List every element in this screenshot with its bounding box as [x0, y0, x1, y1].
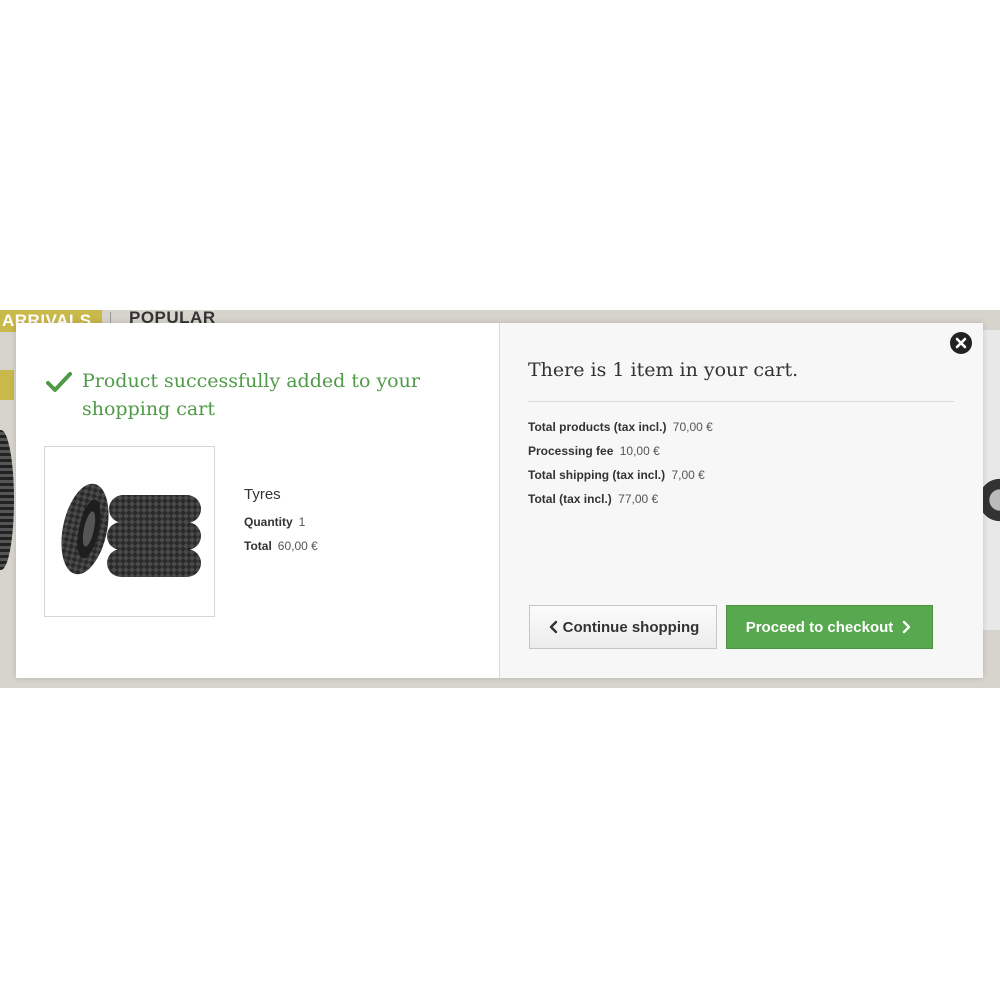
summary-total: Total (tax incl.) 77,00 € — [528, 492, 658, 506]
background-product-image — [982, 470, 1000, 530]
proceed-to-checkout-button[interactable]: Proceed to checkout — [726, 605, 933, 649]
quantity-label: Quantity — [244, 515, 293, 529]
success-message: Product successfully added to your shopp… — [82, 370, 420, 420]
product-name: Tyres — [244, 486, 281, 503]
product-total: Total 60,00 € — [244, 539, 318, 553]
cart-summary-panel: There is 1 item in your cart. Total prod… — [500, 323, 983, 678]
summary-value: 70,00 € — [672, 420, 713, 434]
product-quantity: Quantity 1 — [244, 515, 305, 529]
summary-value: 7,00 € — [671, 468, 705, 482]
success-heading: Product successfully added to your shopp… — [46, 367, 446, 423]
summary-label: Processing fee — [528, 444, 614, 458]
product-image — [44, 446, 215, 617]
summary-processing-fee: Processing fee 10,00 € — [528, 444, 660, 458]
total-value: 60,00 € — [277, 539, 318, 553]
continue-shopping-label: Continue shopping — [562, 618, 700, 636]
summary-label: Total (tax incl.) — [528, 492, 612, 506]
summary-label: Total shipping (tax incl.) — [528, 468, 666, 482]
chevron-left-icon — [549, 620, 557, 634]
cart-modal: Product successfully added to your shopp… — [16, 323, 983, 678]
summary-total-shipping: Total shipping (tax incl.) 7,00 € — [528, 468, 705, 482]
quantity-value: 1 — [298, 515, 306, 529]
check-icon — [46, 372, 72, 392]
summary-label: Total products (tax incl.) — [528, 420, 667, 434]
summary-value: 77,00 € — [618, 492, 659, 506]
continue-shopping-button[interactable]: Continue shopping — [529, 605, 717, 649]
background-banner-edge — [0, 370, 14, 400]
divider — [528, 401, 954, 402]
chevron-right-icon — [903, 620, 911, 634]
cart-heading: There is 1 item in your cart. — [528, 359, 799, 381]
summary-value: 10,00 € — [619, 444, 660, 458]
total-label: Total — [244, 539, 272, 553]
proceed-to-checkout-label: Proceed to checkout — [745, 618, 894, 636]
added-product-panel: Product successfully added to your shopp… — [16, 323, 500, 678]
tyres-image — [61, 483, 201, 577]
close-icon — [955, 337, 967, 349]
summary-total-products: Total products (tax incl.) 70,00 € — [528, 420, 713, 434]
close-button[interactable] — [950, 332, 972, 354]
